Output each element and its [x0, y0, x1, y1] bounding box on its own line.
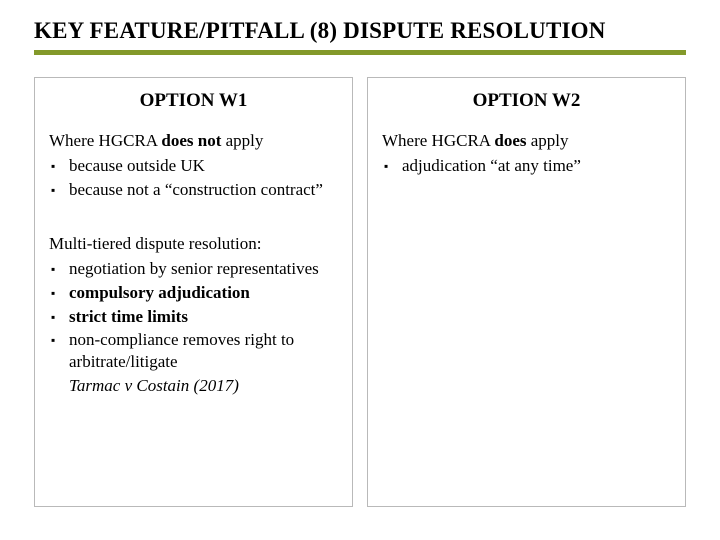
list-item: negotiation by senior representatives	[49, 258, 338, 280]
title-underline	[34, 50, 686, 55]
list-item: because not a “construction contract”	[49, 179, 338, 201]
list-item: compulsory adjudication	[49, 282, 338, 304]
list-item: non-compliance removes right to arbitrat…	[49, 329, 338, 373]
w2-bullets: adjudication “at any time”	[382, 155, 671, 177]
w2-intro: Where HGCRA does apply	[382, 130, 671, 151]
slide-title: KEY FEATURE/PITFALL (8) DISPUTE RESOLUTI…	[34, 18, 686, 44]
list-item: because outside UK	[49, 155, 338, 177]
w2-intro-post: apply	[527, 131, 569, 150]
w1-intro-post: apply	[221, 131, 263, 150]
option-w1-heading: OPTION W1	[49, 90, 338, 112]
w1-intro-pre: Where HGCRA	[49, 131, 161, 150]
w1-bullets-1: because outside UK because not a “constr…	[49, 155, 338, 201]
option-w2-column: OPTION W2 Where HGCRA does apply adjudic…	[367, 77, 686, 507]
w1-para2: Multi-tiered dispute resolution:	[49, 233, 338, 254]
w2-intro-strong: does	[494, 131, 526, 150]
slide: KEY FEATURE/PITFALL (8) DISPUTE RESOLUTI…	[0, 0, 720, 540]
w1-intro: Where HGCRA does not apply	[49, 130, 338, 151]
list-item: adjudication “at any time”	[382, 155, 671, 177]
w2-intro-pre: Where HGCRA	[382, 131, 494, 150]
w1-bullets-2: negotiation by senior representatives co…	[49, 258, 338, 373]
list-item: strict time limits	[49, 306, 338, 328]
spacer	[49, 219, 338, 233]
w1-intro-strong: does not	[161, 131, 221, 150]
w1-case-citation: Tarmac v Costain (2017)	[49, 375, 338, 397]
columns: OPTION W1 Where HGCRA does not apply bec…	[34, 77, 686, 507]
option-w1-column: OPTION W1 Where HGCRA does not apply bec…	[34, 77, 353, 507]
option-w2-heading: OPTION W2	[382, 90, 671, 112]
